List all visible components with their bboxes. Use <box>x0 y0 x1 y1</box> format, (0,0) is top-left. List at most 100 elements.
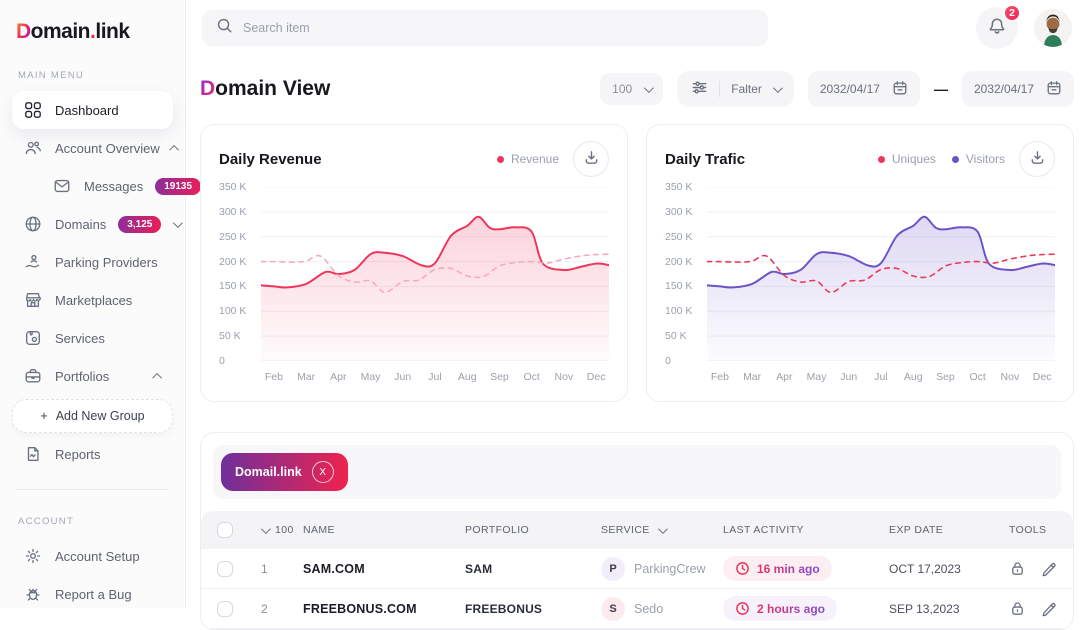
envelope-icon <box>52 176 72 196</box>
y-axis: 350 K300 K250 K200 K150 K100 K50 K0 <box>665 187 707 361</box>
select-all-checkbox[interactable] <box>217 522 233 538</box>
sidebar-item-label: Services <box>55 331 105 346</box>
service-name: ParkingCrew <box>634 562 706 576</box>
file-add-icon[interactable] <box>1071 600 1074 617</box>
row-number: 2 <box>261 602 303 616</box>
edit-icon[interactable] <box>1040 560 1057 577</box>
y-tick-label: 300 K <box>219 206 246 218</box>
y-tick-label: 200 K <box>219 256 246 268</box>
y-tick-label: 350 K <box>219 181 246 193</box>
x-axis: FebMarAprMayJunJulAugSepOctNovDec <box>261 367 609 393</box>
exp-date: OCT 17,2023 <box>889 562 1009 576</box>
sidebar-item-account-overview[interactable]: Account Overview <box>12 129 173 167</box>
sidebar-item-dashboard[interactable]: Dashboard <box>12 91 173 129</box>
search-box[interactable] <box>202 10 768 46</box>
x-axis: FebMarAprMayJunJulAugSepOctNovDec <box>707 367 1055 393</box>
y-tick-label: 300 K <box>665 206 692 218</box>
chevron-down-icon[interactable] <box>658 524 668 534</box>
x-tick-label: May <box>807 371 827 383</box>
chart-body: 350 K300 K250 K200 K150 K100 K50 K0 FebM… <box>665 187 1055 393</box>
chevron-down-icon <box>773 83 783 93</box>
date-to-picker[interactable]: 2032/04/17 <box>962 71 1074 107</box>
lock-icon[interactable] <box>1009 560 1026 577</box>
row-checkbox[interactable] <box>217 601 233 617</box>
page-size-select[interactable]: 100 <box>600 73 663 105</box>
edit-icon[interactable] <box>1040 600 1057 617</box>
x-tick-label: Oct <box>523 371 539 383</box>
x-tick-label: Sep <box>936 371 955 383</box>
globe-icon <box>23 214 43 234</box>
y-tick-label: 200 K <box>665 256 692 268</box>
sidebar-item-label: Parking Providers <box>55 255 158 270</box>
domain-name[interactable]: SAM.COM <box>303 562 465 576</box>
sidebar-item-report-a-bug[interactable]: Report a Bug <box>12 575 173 613</box>
y-tick-label: 0 <box>665 355 671 367</box>
column-name: NAME <box>303 524 465 536</box>
close-icon[interactable]: X <box>312 461 334 483</box>
sidebar-item-label: Dashboard <box>55 103 119 118</box>
row-tools <box>1009 600 1074 617</box>
download-icon <box>583 149 600 169</box>
legend-item: Revenue <box>497 152 559 166</box>
filter-tag-domail-link[interactable]: Domail.link X <box>221 453 348 491</box>
exp-date: SEP 13,2023 <box>889 602 1009 616</box>
service-name: Sedo <box>634 602 663 616</box>
people-icon <box>23 138 43 158</box>
trafic-line-chart[interactable] <box>707 187 1055 361</box>
last-activity-badge: 2 hours ago <box>723 596 837 621</box>
clock-icon <box>735 561 750 576</box>
sidebar-item-parking-providers[interactable]: Parking Providers <box>12 243 173 281</box>
app-logo[interactable]: Domain.link <box>12 16 173 44</box>
sidebar-item-label: Account Setup <box>55 549 140 564</box>
x-tick-label: Apr <box>330 371 346 383</box>
sidebar-item-messages[interactable]: Messages 19135 <box>12 167 173 205</box>
sidebar-item-reports[interactable]: Reports <box>12 435 173 473</box>
file-add-icon[interactable] <box>1071 560 1074 577</box>
page-header: Domain View 100 Falter 2032/04/17 — <box>200 66 1074 112</box>
date-from-picker[interactable]: 2032/04/17 <box>808 71 920 107</box>
domains-badge: 3,125 <box>118 216 161 233</box>
plus-icon: + <box>40 409 47 423</box>
briefcase-icon <box>23 366 43 386</box>
legend-dot <box>497 156 504 163</box>
service-initial-badge: S <box>601 597 625 621</box>
x-tick-label: Jul <box>428 371 441 383</box>
sidebar-item-label: Marketplaces <box>55 293 132 308</box>
row-checkbox[interactable] <box>217 561 233 577</box>
sidebar-item-portfolios[interactable]: Portfolios <box>12 357 173 395</box>
notifications-button[interactable]: 2 <box>976 7 1018 49</box>
lock-icon[interactable] <box>1009 600 1026 617</box>
account-section-label: ACCOUNT <box>18 516 167 527</box>
chart-legend: Revenue <box>497 152 559 166</box>
y-tick-label: 0 <box>219 355 225 367</box>
main-menu-label: MAIN MENU <box>18 70 167 81</box>
add-new-group-button[interactable]: + Add New Group <box>12 399 173 433</box>
sidebar-item-account-setup[interactable]: Account Setup <box>12 537 173 575</box>
sidebar-item-label: Reports <box>55 447 101 462</box>
filter-button[interactable]: Falter <box>677 71 794 107</box>
y-tick-label: 100 K <box>219 305 246 317</box>
domain-name[interactable]: FREEBONUS.COM <box>303 602 465 616</box>
sidebar-item-marketplaces[interactable]: Marketplaces <box>12 281 173 319</box>
table-header-row: 100 NAME PORTFOLIO SERVICE LAST ACTIVITY… <box>201 511 1073 549</box>
search-input[interactable] <box>243 21 754 35</box>
y-tick-label: 150 K <box>665 280 692 292</box>
daily-revenue-card: Daily Revenue Revenue 350 K300 K250 K200… <box>200 124 628 402</box>
gear-icon <box>23 546 43 566</box>
user-avatar[interactable] <box>1034 9 1072 47</box>
notification-count-badge: 2 <box>1003 4 1021 22</box>
last-activity-badge: 16 min ago <box>723 556 832 581</box>
sidebar-item-label: Account Overview <box>55 141 160 156</box>
download-chart-button[interactable] <box>573 141 609 177</box>
x-tick-label: Mar <box>743 371 761 383</box>
x-tick-label: Aug <box>904 371 923 383</box>
x-tick-label: Dec <box>587 371 606 383</box>
revenue-line-chart[interactable] <box>261 187 609 361</box>
download-chart-button[interactable] <box>1019 141 1055 177</box>
parking-provider-icon <box>23 252 43 272</box>
sidebar-item-services[interactable]: Services <box>12 319 173 357</box>
portfolio-name: SAM <box>465 562 601 576</box>
bell-icon <box>987 16 1007 41</box>
chevron-down-icon[interactable] <box>261 524 271 534</box>
sidebar-item-domains[interactable]: Domains 3,125 <box>12 205 173 243</box>
